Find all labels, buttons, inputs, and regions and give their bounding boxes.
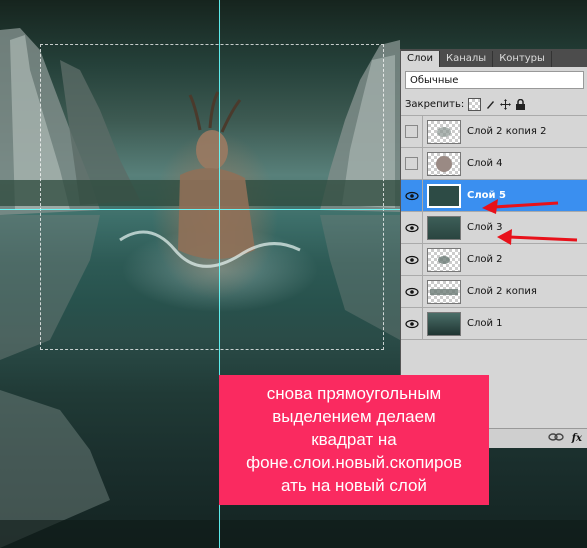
layer-name: Слой 2 — [467, 254, 503, 265]
layer-row[interactable]: Слой 1 — [401, 307, 587, 340]
layer-thumbnail — [427, 183, 461, 208]
arrow-to-layer-5 — [482, 199, 559, 214]
layer-thumbnail — [427, 247, 461, 272]
note-line: ать на новый слой — [281, 476, 427, 495]
layer-thumbnail — [427, 279, 461, 304]
note-line: выделением делаем — [272, 407, 436, 426]
layer-row[interactable]: Слой 2 — [401, 243, 587, 276]
panel-tabs: Слои Каналы Контуры — [401, 49, 587, 67]
layer-row[interactable]: Слой 2 копия 2 — [401, 115, 587, 148]
instruction-note: снова прямоугольным выделением делаем кв… — [219, 375, 489, 505]
visibility-toggle[interactable] — [401, 115, 423, 148]
layer-thumbnail — [427, 311, 461, 336]
lock-label: Закрепить: — [405, 98, 465, 110]
layer-name: Слой 1 — [467, 318, 503, 329]
eye-icon[interactable] — [401, 179, 423, 212]
tab-paths[interactable]: Контуры — [493, 51, 552, 67]
layer-name: Слой 2 копия — [467, 286, 537, 297]
note-line: снова прямоугольным — [266, 384, 442, 403]
tab-layers[interactable]: Слои — [401, 51, 440, 67]
note-line: квадрат на — [311, 430, 397, 449]
eye-icon[interactable] — [401, 275, 423, 308]
layer-thumbnail — [427, 151, 461, 176]
eye-icon[interactable] — [401, 243, 423, 276]
eye-icon[interactable] — [401, 211, 423, 244]
visibility-toggle[interactable] — [401, 147, 423, 180]
eye-icon[interactable] — [401, 307, 423, 340]
lock-move-icon[interactable] — [500, 98, 512, 110]
lock-brush-icon[interactable] — [485, 99, 496, 110]
layer-name: Слой 2 копия 2 — [467, 126, 547, 137]
blend-mode-select[interactable]: Обычные — [405, 71, 584, 89]
link-layers-icon[interactable] — [548, 432, 564, 445]
tab-channels[interactable]: Каналы — [440, 51, 494, 67]
layer-row[interactable]: Слой 2 копия — [401, 275, 587, 308]
fx-icon[interactable]: fx — [572, 433, 582, 444]
rect-selection-marquee — [40, 44, 384, 350]
note-line: фоне.слои.новый.скопиров — [246, 453, 462, 472]
layer-name: Слой 4 — [467, 158, 503, 169]
lock-all-icon[interactable] — [515, 98, 526, 110]
layer-row[interactable]: Слой 4 — [401, 147, 587, 180]
layer-thumbnail — [427, 119, 461, 144]
lock-transparency-icon[interactable] — [468, 97, 482, 111]
lock-row: Закрепить: — [401, 93, 587, 116]
arrow-to-layer-3 — [497, 229, 578, 245]
layer-thumbnail — [427, 215, 461, 240]
